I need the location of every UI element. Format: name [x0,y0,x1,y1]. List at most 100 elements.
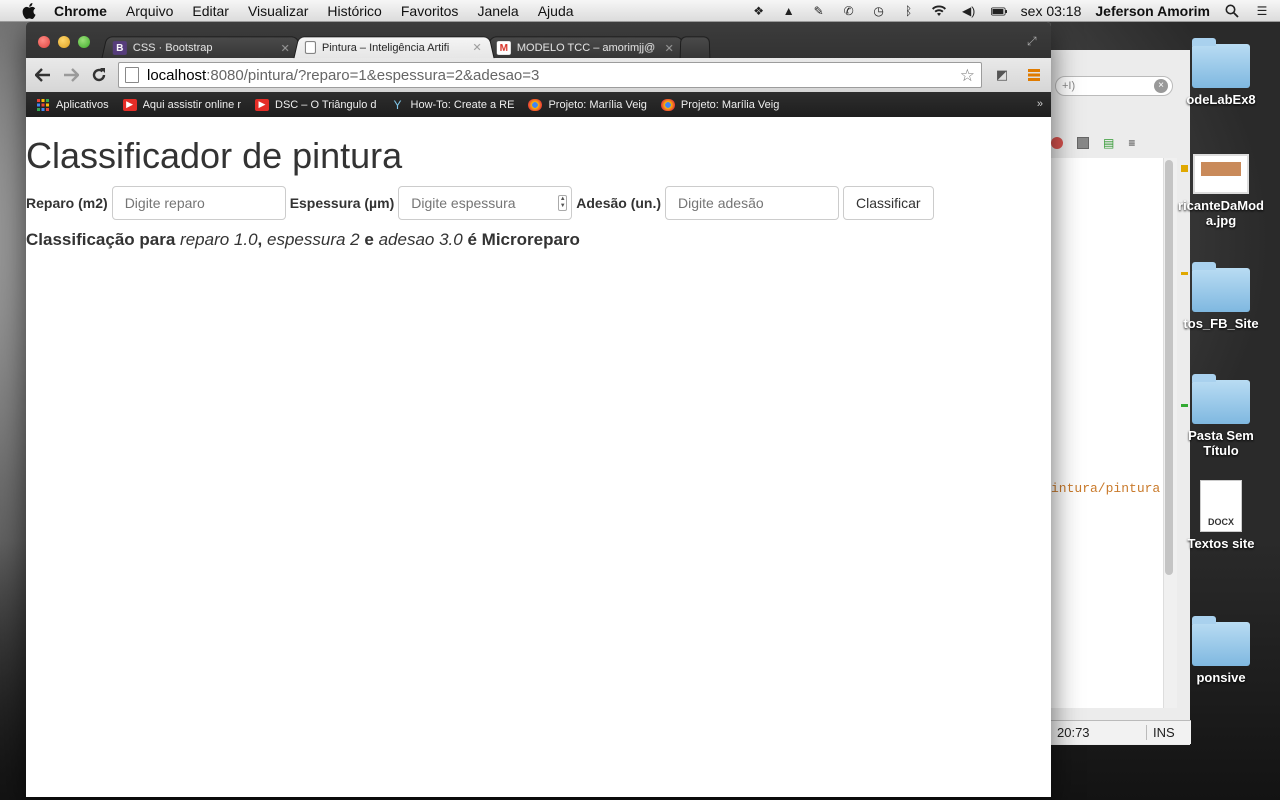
tab-title: Pintura – Inteligência Artifi [322,42,471,54]
folder-icon [1192,44,1250,88]
desktop-icon-label: tos_FB_Site [1176,316,1266,331]
forward-button[interactable] [60,64,82,86]
result-espessura: espessura 2 [267,230,360,249]
bookmarks-overflow-button[interactable]: » [1037,98,1043,110]
desktop-icon-image[interactable]: ricanteDaModa.jpg [1176,154,1266,228]
editor-code-line: intura/pintura [1051,481,1163,496]
page-icon [305,41,316,54]
youtube-icon: ▶ [123,99,137,111]
desktop-icon-folder[interactable]: tos_FB_Site [1176,268,1266,331]
bookmark-label: Aplicativos [56,99,109,111]
espessura-input[interactable] [399,188,549,218]
bootstrap-icon: B [113,41,127,55]
square-icon[interactable] [1077,137,1089,149]
tab-gmail[interactable]: M MODELO TCC – amorimjj@ ✕ [485,36,686,58]
desktop-icon-docx[interactable]: DOCX Textos site [1176,480,1266,551]
espessura-label: Espessura (µm) [290,195,395,211]
menu-editar[interactable]: Editar [192,3,229,19]
menubar-clock[interactable]: sex 03:18 [1021,3,1082,19]
desktop-icon-folder[interactable]: Pasta Sem Título [1176,380,1266,458]
menu-historico[interactable]: Histórico [327,3,381,19]
extension-icon[interactable]: ◩ [992,65,1012,85]
image-thumbnail-icon [1193,154,1249,194]
url-text: localhost:8080/pintura/?reparo=1&espessu… [147,67,539,84]
menubar-user[interactable]: Jeferson Amorim [1095,3,1210,19]
apps-icon [36,99,50,111]
menu-arquivo[interactable]: Arquivo [126,3,173,19]
menu-favoritos[interactable]: Favoritos [401,3,459,19]
bookmark-item[interactable]: ▶ Aqui assistir online r [123,99,241,111]
yeoman-icon: Y [391,99,405,111]
bookmark-item[interactable]: Projeto: Marília Veig [528,99,646,111]
window-minimize-button[interactable] [58,36,70,48]
result-verb: é [467,230,476,249]
editor-search-field[interactable]: +I) × [1055,76,1173,96]
youtube-icon: ▶ [255,99,269,111]
tab-close-icon[interactable]: ✕ [471,41,483,54]
bookmark-star-icon[interactable]: ☆ [960,66,975,86]
reparo-input[interactable] [112,186,286,220]
evernote-icon[interactable]: ✎ [811,4,827,18]
bookmark-label: DSC – O Triângulo d [275,99,377,111]
chrome-icon [528,99,542,111]
menu-janela[interactable]: Janela [477,3,518,19]
result-separator: , [258,230,263,249]
classify-button[interactable]: Classificar [843,186,934,220]
stop-icon[interactable] [1051,137,1063,149]
window-zoom-button[interactable] [78,36,90,48]
docx-badge: DOCX [1201,517,1241,527]
dropbox-icon[interactable]: ❖ [751,4,767,18]
bookmark-apps[interactable]: Aplicativos [36,99,109,111]
bookmark-item[interactable]: Y How-To: Create a RE [391,99,515,111]
number-spinner-icon[interactable]: ▲ ▼ [558,195,567,211]
espessura-field[interactable]: ▲▼ [398,186,572,220]
desktop-icon-label: odeLabEx8 [1176,92,1266,107]
google-drive-icon[interactable]: ▲ [781,4,797,18]
tab-close-icon[interactable]: ✕ [279,41,291,54]
chart-icon[interactable]: ▤ [1103,136,1114,150]
desktop-icon-folder[interactable]: odeLabEx8 [1176,44,1266,107]
tab-pintura[interactable]: Pintura – Inteligência Artifi ✕ [293,36,494,58]
bluetooth-icon[interactable]: ᛒ [901,4,917,18]
classification-result: Classificação para reparo 1.0, espessura… [26,230,580,250]
back-button[interactable] [32,64,54,86]
spotlight-search-icon[interactable] [1224,4,1240,18]
address-bar[interactable]: localhost:8080/pintura/?reparo=1&espessu… [118,62,982,88]
folder-icon [1192,622,1250,666]
satellite-icon[interactable]: ✆ [841,4,857,18]
page-info-icon[interactable] [125,67,139,83]
url-path: :8080/pintura/?reparo=1&espessura=2&ades… [206,67,539,84]
clear-search-icon[interactable]: × [1154,79,1168,93]
editor-code-area[interactable] [1051,158,1163,708]
insert-mode: INS [1147,725,1175,740]
time-machine-icon[interactable]: ◷ [871,4,887,18]
reload-button[interactable] [88,64,110,86]
apple-menu-icon[interactable] [20,3,38,19]
menu-app-chrome[interactable]: Chrome [54,3,107,19]
web-page: Classificador de pintura Reparo (m2) Esp… [26,117,1051,797]
new-tab-button[interactable] [680,36,711,58]
adesao-input[interactable] [665,186,839,220]
desktop-icon-label: ponsive [1176,670,1266,685]
menu-ajuda[interactable]: Ajuda [538,3,574,19]
menu-visualizar[interactable]: Visualizar [248,3,308,19]
volume-icon[interactable]: ◀) [961,4,977,18]
tab-close-icon[interactable]: ✕ [663,41,675,54]
window-close-button[interactable] [38,36,50,48]
desktop-icon-folder[interactable]: ponsive [1176,622,1266,685]
bookmark-item[interactable]: Projeto: Marília Veig [661,99,779,111]
editor-scroll-thumb[interactable] [1165,160,1173,575]
browser-toolbar: localhost:8080/pintura/?reparo=1&espessu… [26,58,1051,92]
battery-icon[interactable] [991,4,1007,18]
fullscreen-icon[interactable]: ⤢ [1027,34,1041,48]
notification-center-icon[interactable]: ☰ [1254,4,1270,18]
editor-search-text: +I) [1062,80,1075,92]
bookmark-label: Projeto: Marília Veig [681,99,779,111]
status-tray: ❖ ▲ ✎ ✆ ◷ ᛒ ◀) sex 03:18 Jeferson Amorim… [751,0,1270,22]
bookmark-item[interactable]: ▶ DSC – O Triângulo d [255,99,377,111]
wifi-icon[interactable] [931,4,947,18]
bars-icon[interactable]: ≡ [1128,136,1135,150]
tab-title: CSS · Bootstrap [133,42,279,54]
chrome-menu-icon[interactable] [1024,65,1044,85]
tab-css-bootstrap[interactable]: B CSS · Bootstrap ✕ [101,36,302,58]
